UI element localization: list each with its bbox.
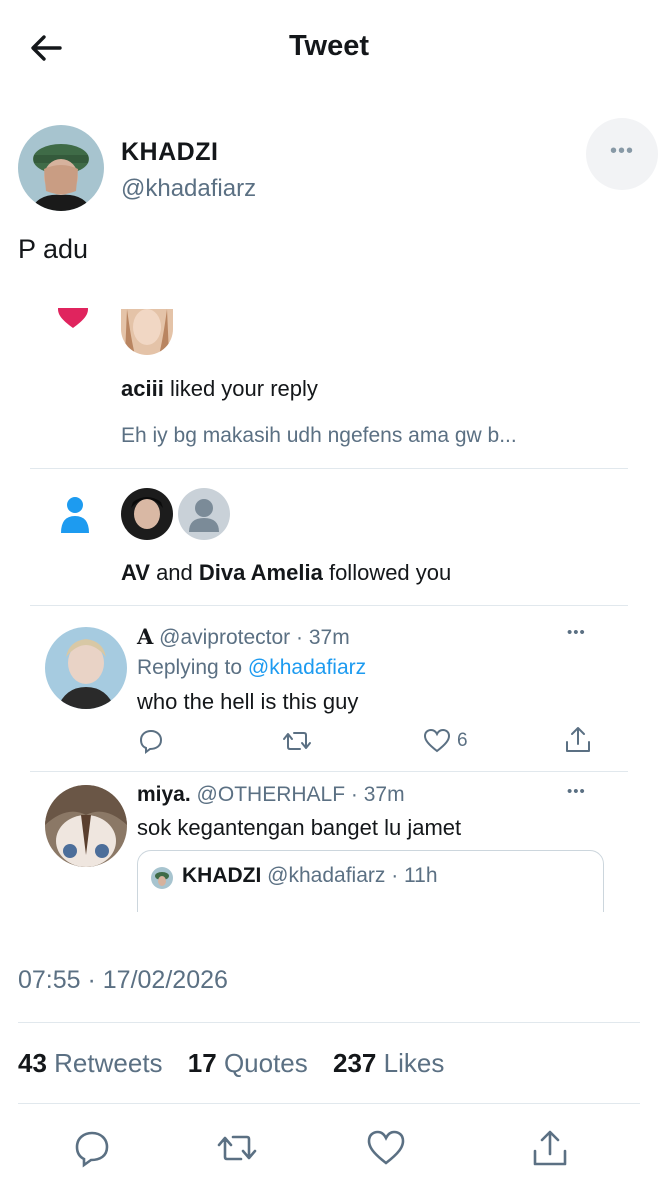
diva-amelia-avatar[interactable]	[178, 488, 230, 540]
reply2-time: · 37m	[350, 783, 405, 806]
quotes-label[interactable]: Quotes	[224, 1048, 308, 1078]
follow-action: followed you	[328, 560, 452, 585]
reply1-text: who the hell is this guy	[137, 689, 359, 714]
aciii-avatar[interactable]	[121, 309, 173, 355]
reply1-replying-to: Replying to @khadafiarz	[137, 656, 366, 680]
reply1-time: · 37m	[296, 626, 350, 649]
follow-user-1[interactable]: AV	[121, 560, 150, 585]
reply1-name[interactable]: A	[137, 624, 153, 649]
reply2-header: miya. @OTHERHALF · 37m	[137, 783, 405, 807]
reply2-handle[interactable]: @OTHERHALF	[197, 783, 346, 806]
author-name[interactable]: KHADZI	[121, 138, 218, 167]
author-handle[interactable]: @khadafiarz	[121, 175, 256, 203]
av-avatar[interactable]	[121, 488, 173, 540]
miya-avatar[interactable]	[45, 785, 127, 867]
tweet-text: P adu	[18, 234, 89, 264]
likes-count[interactable]: 237	[333, 1048, 376, 1078]
follow-conj: and	[156, 560, 193, 585]
quote-name: KHADZI	[182, 864, 262, 887]
person-icon	[58, 495, 92, 535]
like-action: liked your reply	[169, 376, 318, 401]
quote-header: KHADZI @khadafiarz · 11h	[182, 864, 438, 888]
aviprotector-avatar[interactable]	[45, 627, 127, 709]
quote-handle: @khadafiarz	[267, 864, 386, 887]
divider	[18, 1103, 640, 1104]
reply1-handle[interactable]: @aviprotector	[159, 626, 290, 649]
likes-label[interactable]: Likes	[384, 1048, 445, 1078]
divider	[30, 468, 628, 469]
retweet-icon[interactable]	[216, 1128, 257, 1168]
replying-prefix: Replying to	[137, 656, 243, 679]
author-avatar[interactable]	[18, 125, 104, 211]
quote-author-avatar	[151, 867, 173, 889]
tweet-timestamp: 07:55 · 17/02/2026	[18, 966, 228, 994]
divider	[30, 605, 628, 606]
like-icon[interactable]	[366, 1128, 406, 1168]
retweet-icon[interactable]	[282, 727, 312, 755]
like-preview: Eh iy bg makasih udh ngefens ama gw b...	[121, 424, 517, 447]
like-user-name[interactable]: aciii	[121, 376, 164, 401]
more-options-button[interactable]: •••	[586, 118, 658, 190]
share-icon[interactable]	[530, 1128, 570, 1168]
embedded-screenshot: aciii liked your reply Eh iy bg makasih …	[0, 290, 658, 912]
page-title: Tweet	[288, 30, 370, 62]
reply1-like-count: 6	[457, 730, 468, 751]
quoted-tweet[interactable]: KHADZI @khadafiarz · 11h	[137, 850, 604, 912]
reply1-more-icon[interactable]: •••	[567, 624, 586, 641]
quotes-count[interactable]: 17	[188, 1048, 217, 1078]
divider	[18, 1022, 640, 1023]
reply1-header: A @aviprotector · 37m	[137, 624, 350, 650]
like-icon[interactable]	[423, 727, 451, 755]
follow-user-2[interactable]: Diva Amelia	[199, 560, 323, 585]
replying-handle[interactable]: @khadafiarz	[248, 656, 366, 679]
reply2-text: sok kegantengan banget lu jamet	[137, 815, 462, 840]
quote-time: · 11h	[391, 864, 438, 887]
tweet-stats: 43 Retweets 17 Quotes 237 Likes	[18, 1048, 462, 1079]
reply-icon[interactable]	[72, 1128, 112, 1168]
retweets-count[interactable]: 43	[18, 1048, 47, 1078]
reply2-name[interactable]: miya.	[137, 783, 191, 806]
reply-icon[interactable]	[137, 727, 165, 755]
like-notification-text: aciii liked your reply	[121, 376, 318, 402]
share-icon[interactable]	[564, 725, 592, 755]
more-dots-icon: •••	[609, 140, 634, 162]
divider	[30, 771, 628, 772]
retweets-label[interactable]: Retweets	[54, 1048, 162, 1078]
follow-notification-text: AV and Diva Amelia followed you	[121, 560, 451, 586]
heart-filled-icon	[56, 301, 90, 342]
reply2-more-icon[interactable]: •••	[567, 783, 586, 800]
